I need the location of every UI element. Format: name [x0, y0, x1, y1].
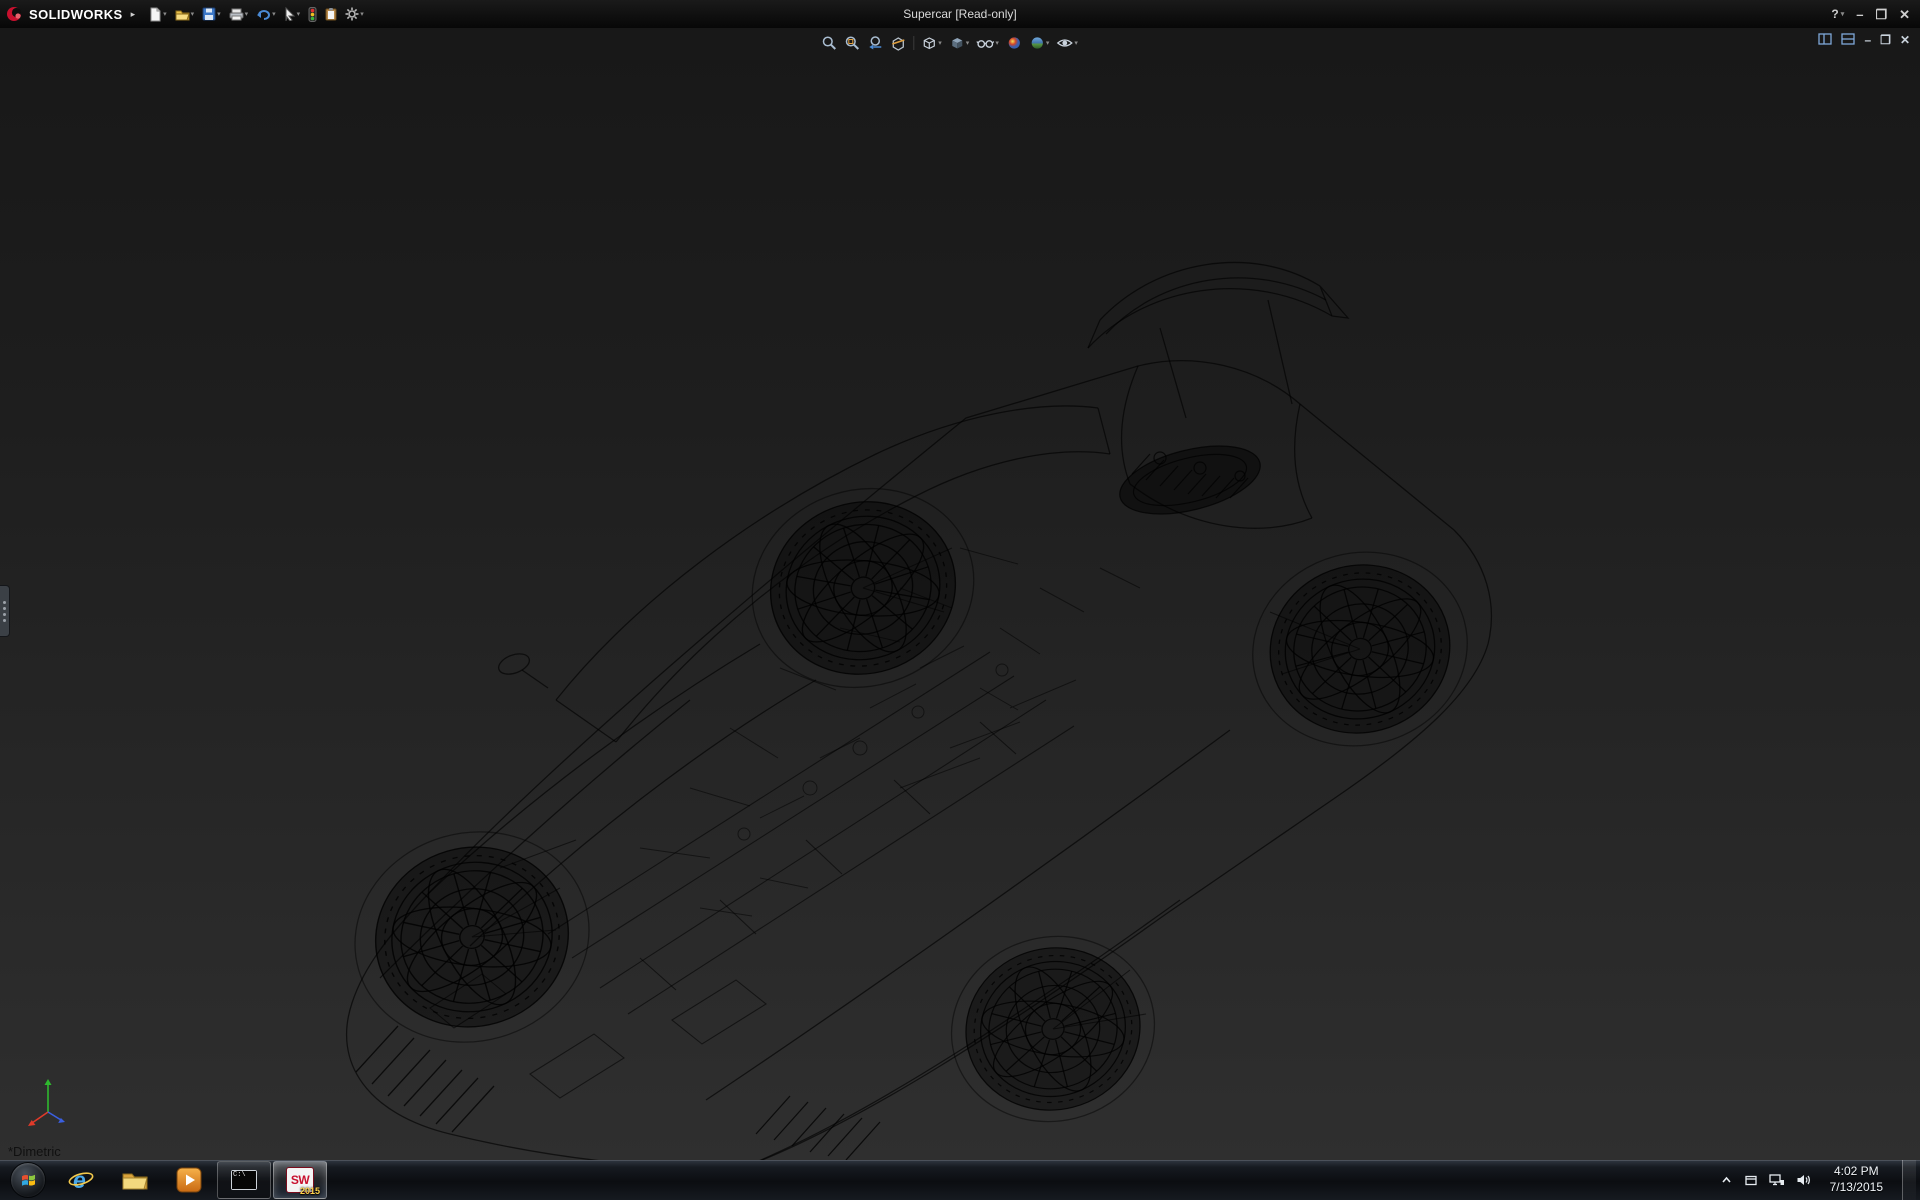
zoom-to-fit-button[interactable] [819, 33, 839, 53]
command-prompt-icon: C:\ [231, 1170, 257, 1190]
3ds-swirl-icon [6, 6, 24, 22]
start-button[interactable] [10, 1162, 46, 1198]
quick-access-toolbar: ▾ ▾ ▾ ▾ [145, 5, 367, 24]
minimize-button[interactable]: – [1856, 8, 1863, 21]
close-button[interactable]: ✕ [1899, 8, 1910, 21]
folder-icon [121, 1169, 149, 1191]
taskbar-file-explorer[interactable] [109, 1162, 161, 1198]
taskbar-clock[interactable]: 4:02 PM 7/13/2015 [1822, 1164, 1891, 1195]
pane-left-icon [1818, 33, 1832, 45]
view-settings-button[interactable]: ▾ [1054, 33, 1080, 53]
internet-explorer-icon: e [67, 1167, 95, 1193]
feature-tree-splitter[interactable] [0, 585, 10, 637]
heads-up-view-toolbar: ▾ ▾ ▾ [819, 33, 1080, 53]
previous-view-button[interactable] [865, 33, 885, 53]
graphics-viewport[interactable]: ▾ ▾ ▾ [0, 28, 1920, 1160]
rebuild-button[interactable] [305, 5, 320, 24]
doc-restore-button[interactable]: ❐ [1880, 34, 1891, 46]
print-button[interactable]: ▾ [226, 6, 252, 23]
reference-triad [26, 1076, 70, 1128]
section-view-button[interactable] [888, 33, 908, 53]
section-view-icon [890, 35, 906, 51]
select-button[interactable]: ▾ [281, 5, 304, 23]
doc-close-button[interactable]: ✕ [1900, 34, 1910, 46]
undo-button[interactable]: ▾ [253, 6, 279, 23]
help-button[interactable]: ?▾ [1831, 7, 1844, 21]
eyeglasses-icon [976, 35, 994, 51]
windows-taskbar: e C:\ SW 2015 [0, 1160, 1920, 1200]
edit-appearance-button[interactable] [1004, 33, 1024, 53]
apply-scene-button[interactable]: ▾ [1027, 33, 1052, 53]
command-prompt-label: C:\ [232, 1171, 256, 1189]
zoom-to-area-icon [844, 35, 860, 51]
network-icon[interactable] [1769, 1173, 1785, 1187]
window-controls: ?▾ – ❐ ✕ [1831, 7, 1920, 21]
doc-minimize-button[interactable]: – [1864, 34, 1871, 46]
taskbar-command-prompt[interactable]: C:\ [217, 1161, 271, 1199]
svg-text:e: e [73, 1167, 86, 1193]
appearance-sphere-icon [1006, 35, 1022, 51]
taskbar-solidworks[interactable]: SW 2015 [273, 1161, 327, 1199]
volume-icon[interactable] [1796, 1173, 1811, 1187]
solidworks-window: SOLIDWORKS ▸ ▾ ▾ ▾ [0, 0, 1920, 1200]
display-style-icon [949, 35, 965, 51]
show-desktop-button[interactable] [1902, 1160, 1916, 1200]
view-orientation-label: *Dimetric [8, 1144, 61, 1159]
scene-globe-icon [1029, 35, 1045, 51]
system-tray: 4:02 PM 7/13/2015 [1720, 1160, 1920, 1200]
select-cursor-icon [284, 7, 296, 21]
toolbar-separator [913, 36, 914, 50]
taskbar-internet-explorer[interactable]: e [55, 1162, 107, 1198]
undo-arrow-icon [256, 8, 271, 21]
solidworks-menu-logo[interactable]: SOLIDWORKS [0, 0, 131, 28]
pane-left-button[interactable] [1818, 33, 1832, 47]
media-player-icon [176, 1167, 202, 1193]
pane-right-icon [1841, 33, 1855, 45]
windows-flag-icon [19, 1171, 38, 1190]
display-style-button[interactable]: ▾ [947, 33, 972, 53]
clipboard-icon [325, 7, 337, 21]
wireframe-supercar-model[interactable] [0, 28, 1920, 1160]
view-orientation-button[interactable]: ▾ [919, 33, 944, 53]
file-properties-button[interactable] [322, 5, 340, 23]
view-settings-eye-icon [1056, 35, 1073, 51]
gear-icon [345, 7, 359, 21]
rebuild-traffic-light-icon [308, 7, 317, 22]
pane-right-button[interactable] [1841, 33, 1855, 47]
clock-date: 7/13/2015 [1830, 1180, 1883, 1196]
new-document-icon [148, 7, 162, 22]
solidworks-year-badge: 2015 [300, 1186, 320, 1196]
open-folder-icon [175, 8, 190, 21]
hidden-icons-chevron-icon[interactable] [1720, 1174, 1733, 1186]
previous-view-icon [867, 35, 883, 51]
view-orientation-cube-icon [921, 35, 937, 51]
clock-time: 4:02 PM [1830, 1164, 1883, 1180]
save-button[interactable]: ▾ [199, 5, 224, 23]
printer-icon [229, 8, 244, 21]
menu-expand-arrow[interactable]: ▸ [131, 9, 136, 20]
new-document-button[interactable]: ▾ [145, 5, 170, 24]
hide-show-items-button[interactable]: ▾ [974, 33, 1001, 53]
open-button[interactable]: ▾ [172, 6, 198, 23]
zoom-to-fit-icon [821, 35, 837, 51]
title-bar: SOLIDWORKS ▸ ▾ ▾ ▾ [0, 0, 1920, 28]
taskbar-media-player[interactable] [163, 1162, 215, 1198]
document-title: Supercar [Read-only] [903, 7, 1016, 21]
brand-text: SOLIDWORKS [29, 7, 123, 22]
restore-button[interactable]: ❐ [1875, 8, 1887, 21]
options-button[interactable]: ▾ [342, 5, 367, 23]
tray-app-icon[interactable] [1744, 1174, 1758, 1187]
zoom-to-area-button[interactable] [842, 33, 862, 53]
document-window-controls: – ❐ ✕ [1818, 33, 1910, 47]
save-floppy-icon [202, 7, 216, 21]
